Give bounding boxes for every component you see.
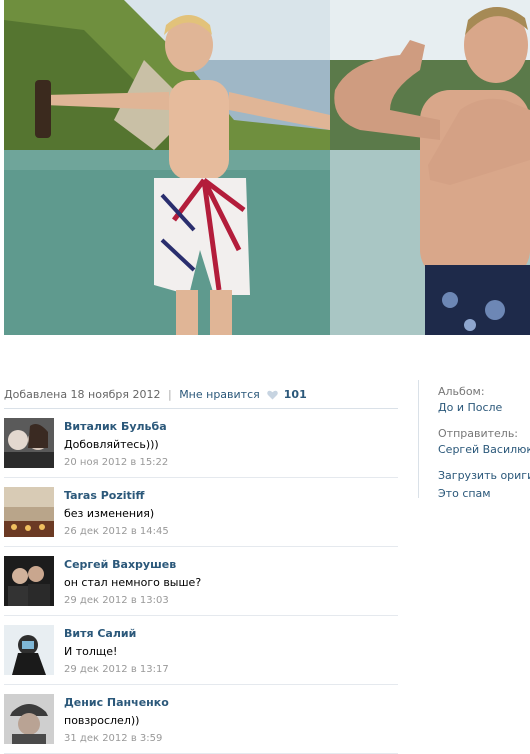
photo-sidebar: Альбом: До и После Отправитель: Сергей В… — [438, 384, 530, 502]
comment-item: Taras Pozitiff без изменения) 26 дек 201… — [4, 478, 398, 547]
comment-item: Виталик Бульба Добовляйтесь))) 20 ноя 20… — [4, 409, 398, 478]
comment-author[interactable]: Виталик Бульба — [64, 420, 167, 433]
avatar[interactable] — [4, 556, 54, 606]
photo-meta-row: Добавлена 18 ноября 2012 | Мне нравится … — [4, 388, 398, 406]
comment-author[interactable]: Taras Pozitiff — [64, 489, 144, 502]
comment-date[interactable]: 20 ноя 2012 в 15:22 — [64, 457, 168, 468]
comment-author[interactable]: Витя Салий — [64, 627, 136, 640]
main-photo[interactable] — [4, 0, 530, 335]
comment-text: И толще! — [64, 645, 118, 658]
likes-count: 101 — [283, 388, 307, 401]
comment-text: повзрослел)) — [64, 714, 140, 727]
sender-link[interactable]: Сергей Василюк — [438, 442, 530, 458]
comment-item: Витя Салий И толще! 29 дек 2012 в 13:17 — [4, 616, 398, 685]
photo-right-panel — [330, 0, 530, 335]
comment-date[interactable]: 29 дек 2012 в 13:17 — [64, 664, 169, 675]
avatar[interactable] — [4, 694, 54, 744]
comment-text: без изменения) — [64, 507, 155, 520]
report-spam-link[interactable]: Это спам — [438, 486, 530, 502]
sender-label: Отправитель: — [438, 427, 519, 440]
sidebar-divider — [418, 380, 419, 498]
comment-author[interactable]: Денис Панченко — [64, 696, 169, 709]
added-date: Добавлена 18 ноября 2012 — [4, 388, 161, 401]
photo-left-panel — [4, 0, 330, 335]
like-label: Мне нравится — [179, 388, 260, 401]
comment-text: он стал немного выше? — [64, 576, 202, 589]
like-button[interactable]: Мне нравится 101 — [179, 388, 307, 401]
comment-text: Добовляйтесь))) — [64, 438, 159, 451]
meta-separator: | — [167, 388, 172, 401]
album-label: Альбом: — [438, 385, 485, 398]
comment-date[interactable]: 26 дек 2012 в 14:45 — [64, 526, 169, 537]
comment-item: Денис Панченко повзрослел)) 31 дек 2012 … — [4, 685, 398, 754]
avatar[interactable] — [4, 418, 54, 468]
heart-icon — [267, 390, 279, 400]
comment-item: Сергей Вахрушев он стал немного выше? 29… — [4, 547, 398, 616]
comment-date[interactable]: 31 дек 2012 в 3:59 — [64, 733, 162, 744]
avatar[interactable] — [4, 487, 54, 537]
avatar[interactable] — [4, 625, 54, 675]
download-original-link[interactable]: Загрузить оригинал — [438, 468, 530, 484]
comment-date[interactable]: 29 дек 2012 в 13:03 — [64, 595, 169, 606]
album-link[interactable]: До и После — [438, 400, 530, 416]
comments-list: Виталик Бульба Добовляйтесь))) 20 ноя 20… — [4, 409, 398, 754]
comment-author[interactable]: Сергей Вахрушев — [64, 558, 176, 571]
